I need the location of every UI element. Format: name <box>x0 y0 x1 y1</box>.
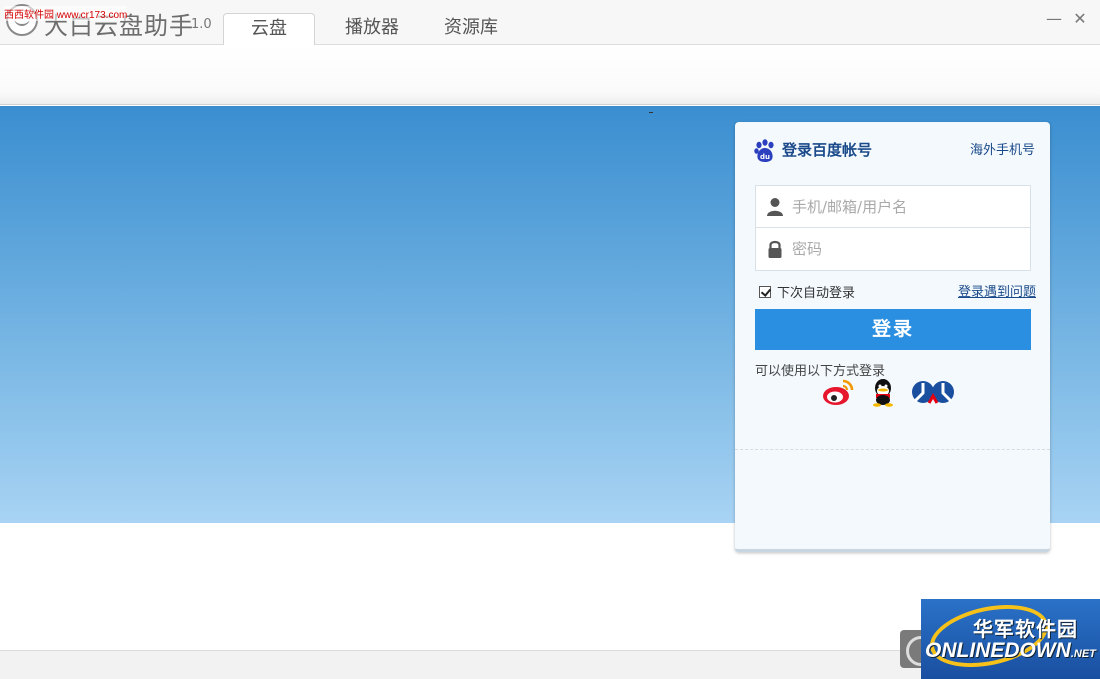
login-panel: du 登录百度帐号 海外手机号 下次自动登录 登录遇到问题 登录 可以使用以下方… <box>735 122 1050 552</box>
username-field <box>755 185 1031 228</box>
watermark-text-top: 西西软件园 www.cr173.com <box>4 6 128 21</box>
user-icon <box>767 198 783 216</box>
tab-cloud-disk[interactable]: 云盘 <box>223 13 315 46</box>
watermark-en-main: ONLINEDOWN <box>925 639 1071 662</box>
password-field <box>755 228 1031 271</box>
watermark-en-net: .NET <box>1070 648 1096 660</box>
alt-login-label: 可以使用以下方式登录 <box>755 364 886 379</box>
username-input[interactable] <box>792 186 1026 227</box>
svg-text:du: du <box>760 153 770 161</box>
onlinedown-watermark-logo: 华军软件园 ONLINEDOWN.NET <box>921 599 1100 679</box>
login-title: 登录百度帐号 <box>782 141 873 159</box>
close-button[interactable]: ✕ <box>1071 10 1089 28</box>
lock-icon <box>768 240 782 258</box>
remember-login[interactable]: 下次自动登录 <box>759 282 855 301</box>
overseas-phone-link[interactable]: 海外手机号 <box>970 139 1035 158</box>
watermark-cn: 华军软件园 <box>973 617 1078 641</box>
login-problem-link[interactable]: 登录遇到问题 <box>958 281 1036 300</box>
panel-divider <box>735 449 1050 450</box>
title-bar: 大白云盘助手 1.0 西西软件园 www.cr173.com 云盘 播放器 资源… <box>0 0 1100 46</box>
login-button[interactable]: 登录 <box>755 309 1031 350</box>
tab-player[interactable]: 播放器 <box>333 13 411 45</box>
app-version: 1.0 <box>191 17 212 32</box>
minimize-button[interactable]: — <box>1045 10 1063 28</box>
renren-icon[interactable] <box>911 377 955 407</box>
qq-icon[interactable] <box>869 377 897 407</box>
remember-checkbox[interactable] <box>759 286 771 298</box>
toolbar-area <box>0 45 1100 105</box>
remember-label: 下次自动登录 <box>777 286 856 301</box>
watermark-en: ONLINEDOWN.NET <box>925 639 1096 663</box>
hero-marker <box>649 112 653 113</box>
weibo-icon[interactable] <box>821 377 855 407</box>
password-input[interactable] <box>792 228 1026 269</box>
baidu-paw-icon: du <box>754 139 774 162</box>
tab-resource-library[interactable]: 资源库 <box>431 13 511 45</box>
